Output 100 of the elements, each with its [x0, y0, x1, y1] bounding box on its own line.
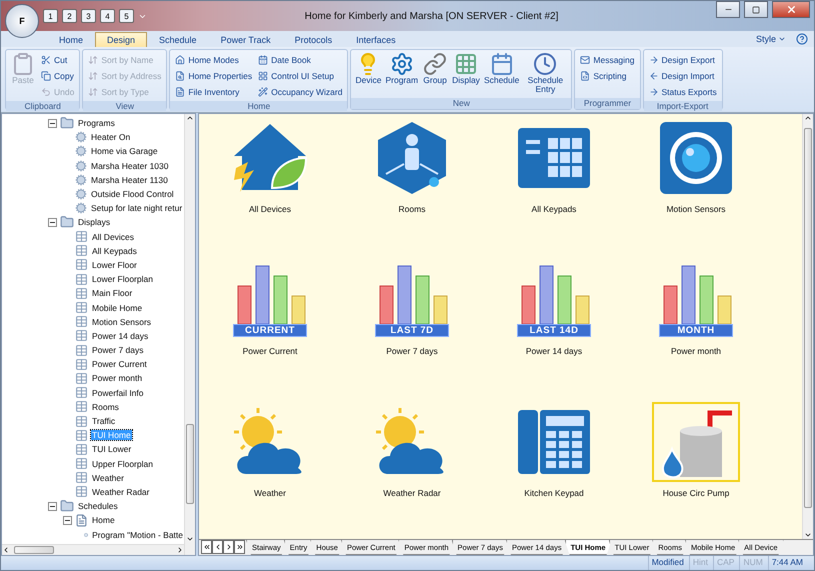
tree-item[interactable]: All Devices [91, 232, 136, 242]
tree-item[interactable]: Displays [77, 217, 112, 228]
vertical-scrollbar[interactable] [184, 114, 195, 555]
tree-item[interactable]: Power month [91, 373, 144, 384]
next-sheet-button[interactable] [223, 540, 234, 554]
scroll-right-icon[interactable] [176, 546, 184, 554]
display-tile[interactable] [652, 402, 740, 482]
quick-access-button[interactable]: 3 [81, 9, 96, 23]
ribbon-button[interactable]: Schedule [482, 52, 520, 96]
tree-item[interactable]: Traffic [91, 416, 116, 426]
ribbon-tab[interactable]: Interfaces [344, 32, 408, 47]
quick-access-button[interactable]: 4 [100, 9, 115, 23]
quick-access-button[interactable]: 5 [119, 9, 134, 23]
tree-item[interactable]: Lower Floor [91, 260, 138, 270]
ribbon-button[interactable]: Date Book [256, 52, 344, 67]
ribbon-button[interactable]: Design Import [646, 68, 719, 83]
ribbon-tab[interactable]: Power Track [208, 32, 283, 47]
ribbon-button[interactable]: Cut [39, 52, 76, 67]
display-tile[interactable]: MONTH [652, 260, 740, 340]
ribbon-tab[interactable]: Design [95, 32, 148, 47]
tree-item[interactable]: Power Current [91, 359, 148, 370]
grid-icon [75, 272, 88, 286]
tree-item[interactable]: TUI Lower [91, 444, 132, 454]
tree-item[interactable]: Weather [91, 472, 125, 483]
help-icon[interactable] [796, 33, 808, 45]
display-tile[interactable]: LAST 7D [368, 260, 456, 340]
grid-icon [75, 286, 88, 300]
tile-label: Power Current [242, 346, 298, 356]
display-tile[interactable]: LAST 14D [510, 260, 598, 340]
tree-item[interactable]: Motion Sensors [91, 316, 152, 327]
quick-access-button[interactable]: 1 [43, 9, 58, 23]
ribbon-button[interactable]: Group [421, 52, 450, 96]
scroll-down-icon[interactable] [186, 535, 194, 543]
last-sheet-button[interactable] [234, 540, 245, 554]
ribbon-button[interactable]: Copy [39, 68, 76, 83]
close-button[interactable] [772, 1, 810, 18]
ribbon-button[interactable]: Display [451, 52, 481, 96]
scroll-thumb[interactable] [186, 424, 194, 504]
tile-label: All Devices [248, 204, 292, 214]
horizontal-scrollbar[interactable] [2, 544, 184, 555]
tree-item[interactable]: Schedules [77, 501, 119, 512]
ribbon-button[interactable]: Design Export [646, 52, 719, 67]
scroll-up-icon[interactable] [186, 114, 194, 122]
grid-icon [454, 52, 478, 76]
tree-item[interactable]: Lower Floorplan [91, 274, 154, 284]
tree-item[interactable]: Power 7 days [91, 345, 144, 356]
collapse-icon[interactable] [48, 502, 57, 511]
collapse-icon[interactable] [48, 218, 57, 227]
grid-icon [75, 457, 88, 470]
grid-icon [75, 386, 88, 400]
tree-item[interactable]: Mobile Home [91, 302, 144, 313]
ribbon-button[interactable]: File Inventory [173, 84, 254, 99]
previous-sheet-button[interactable] [212, 540, 223, 554]
ribbon-button[interactable]: Messaging [578, 52, 636, 67]
ribbon-button[interactable]: Status Exports [646, 84, 719, 99]
tree-item[interactable]: Home [91, 515, 116, 526]
tree-item[interactable]: Rooms [91, 402, 120, 412]
scroll-up-icon[interactable] [804, 114, 812, 122]
ribbon-tab[interactable]: Protocols [282, 32, 344, 47]
grid-icon [75, 471, 88, 484]
ribbon-button[interactable]: Device [354, 52, 382, 96]
tree-item[interactable]: Power 14 days [91, 330, 150, 341]
app-menu-button[interactable]: F [5, 4, 39, 38]
style-menu[interactable]: Style [750, 33, 792, 45]
ribbon-tab[interactable]: Schedule [147, 32, 209, 47]
tree-item[interactable]: Main Floor [91, 288, 134, 298]
tree-item[interactable]: Setup for late night retur [90, 203, 184, 214]
minimize-button[interactable] [716, 1, 740, 18]
tree-item[interactable]: Program "Motion - Batte [91, 530, 184, 540]
tree-item[interactable]: Heater On [90, 132, 132, 142]
collapse-icon[interactable] [48, 118, 57, 128]
ribbon-button[interactable]: Program [384, 52, 420, 96]
collapse-icon[interactable] [63, 516, 72, 525]
maximize-button[interactable] [744, 1, 768, 18]
ribbon-button[interactable]: Home Modes [173, 52, 254, 67]
grid-icon [75, 358, 88, 371]
tree-item[interactable]: Marsha Heater 1030 [90, 160, 170, 171]
quick-access-button[interactable]: 2 [62, 9, 77, 23]
ribbon-button[interactable]: Scripting [578, 68, 636, 83]
tree-item[interactable]: Marsha Heater 1130 [90, 174, 169, 185]
ribbon-button[interactable]: Control UI Setup [256, 68, 344, 83]
scroll-thumb[interactable] [14, 546, 54, 554]
grid-icon [75, 414, 88, 428]
ribbon-button[interactable]: Schedule Entry [522, 52, 568, 96]
tree-item[interactable]: Programs [77, 118, 116, 128]
ribbon-tab[interactable]: Home [47, 32, 96, 47]
tree-item[interactable]: Outside Flood Control [90, 189, 175, 200]
tree-item[interactable]: Powerfail Info [91, 388, 144, 398]
display-tile[interactable]: CURRENT [226, 260, 314, 340]
vertical-scrollbar[interactable] [802, 114, 813, 539]
scroll-down-icon[interactable] [804, 531, 812, 539]
tree-item[interactable]: Upper Floorplan [91, 458, 154, 469]
tree-item[interactable]: All Keypads [91, 246, 138, 256]
scroll-left-icon[interactable] [2, 546, 10, 554]
ribbon-button[interactable]: Occupancy Wizard [256, 84, 344, 99]
tree-item[interactable]: Weather Radar [91, 486, 150, 497]
first-sheet-button[interactable] [201, 540, 212, 554]
scroll-thumb[interactable] [804, 128, 812, 508]
tree-item[interactable]: Home via Garage [90, 146, 159, 156]
ribbon-button[interactable]: Home Properties [173, 68, 254, 83]
